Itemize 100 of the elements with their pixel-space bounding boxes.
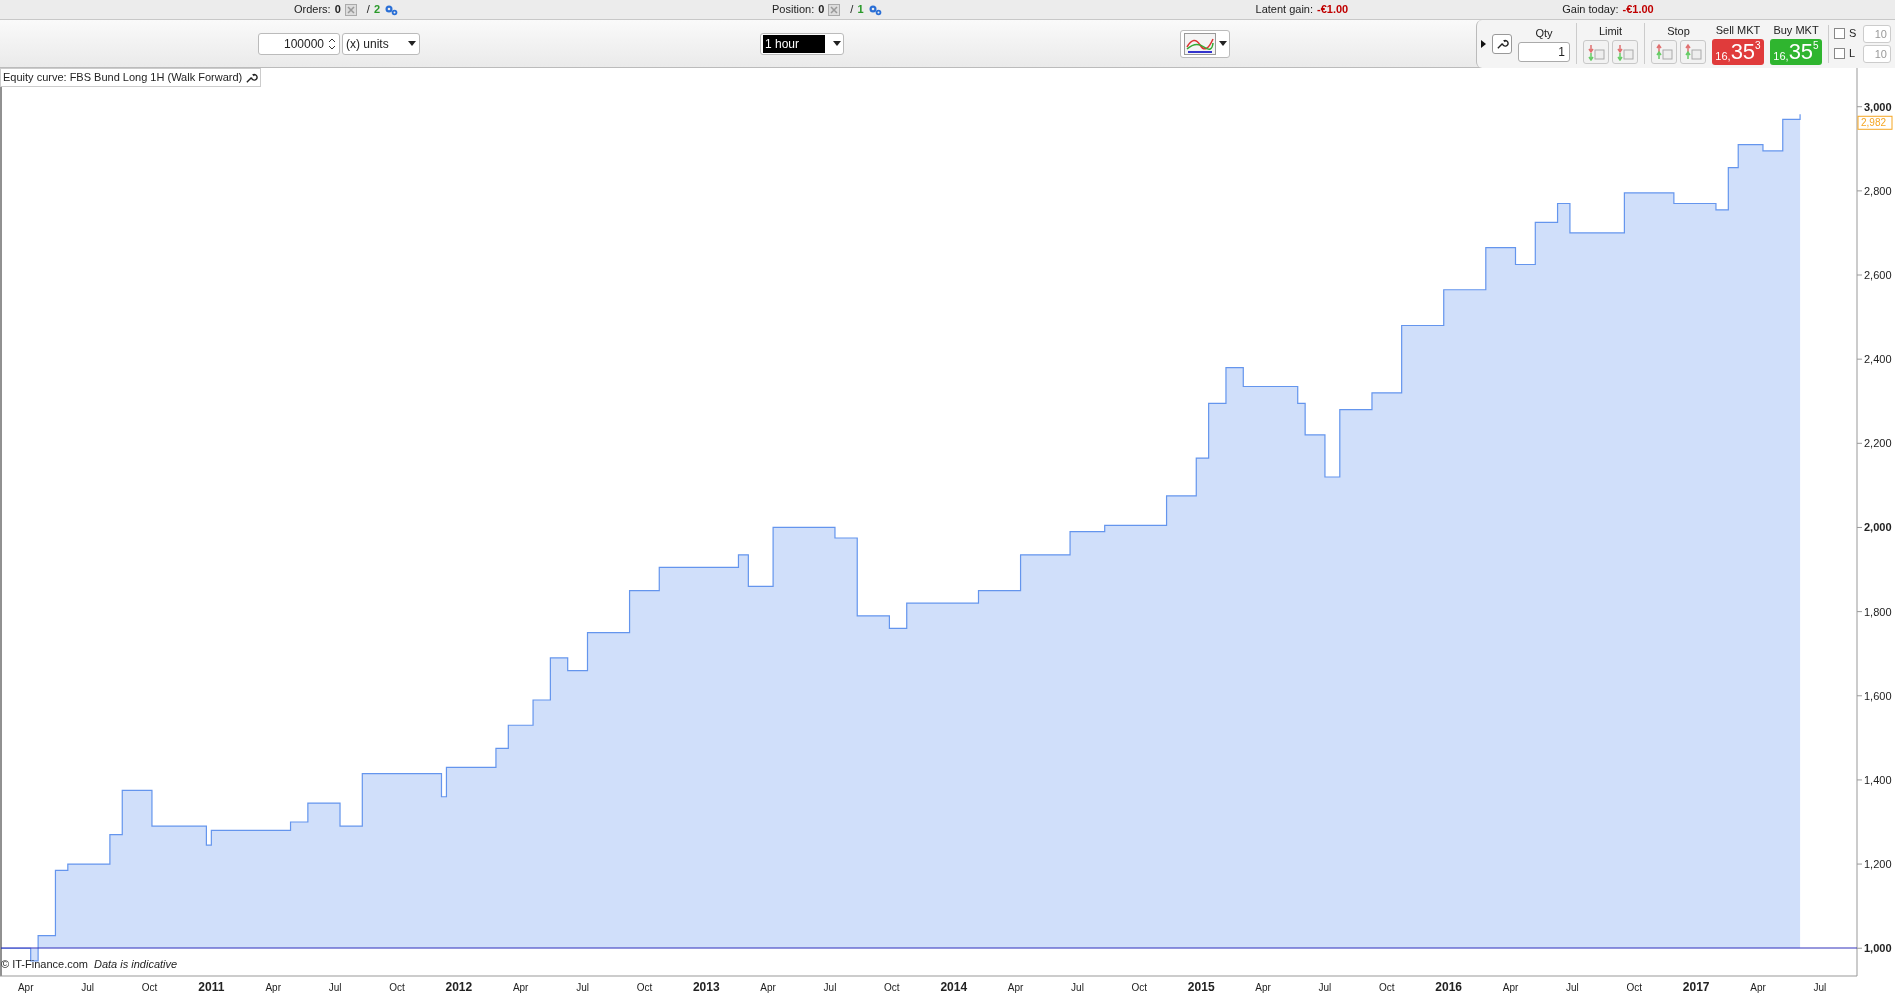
order-type-button[interactable] <box>1651 39 1677 64</box>
x-axis-label: 2015 <box>1187 980 1215 994</box>
x-axis-label: 2011 <box>198 980 225 994</box>
y-tick-label: 3,000 <box>1864 100 1892 113</box>
chart-title-text: Equity curve: FBS Bund Long 1H (Walk Forward) <box>3 70 243 85</box>
arrows-icon <box>1655 42 1673 61</box>
x-axis-label: Jul <box>1318 982 1332 993</box>
stop-distance-field[interactable]: 10 <box>1863 44 1891 63</box>
price-label: Sell MKT <box>1715 23 1761 39</box>
caret-icon <box>833 41 841 46</box>
y-tick-label: 1,400 <box>1864 773 1892 786</box>
y-axis-label: 1,600 <box>1856 689 1892 702</box>
settings-button[interactable] <box>1492 33 1512 54</box>
x-axis-label: Jul <box>576 982 589 993</box>
status-separator: / <box>850 2 854 18</box>
chart-type-button[interactable] <box>1180 29 1230 58</box>
status-value: 0 <box>334 2 341 18</box>
x-axis-label: Apr <box>265 982 281 993</box>
y-tick-label: 1,200 <box>1864 858 1892 871</box>
x-axis-label: Jul <box>1071 982 1084 993</box>
x-axis-label: Apr <box>1750 982 1766 993</box>
y-tick-label: 1,600 <box>1864 689 1892 702</box>
stop-distance-field[interactable]: 10 <box>1863 24 1891 43</box>
y-axis-label: 1,800 <box>1856 605 1892 618</box>
y-tick-label: 1,800 <box>1864 605 1892 618</box>
y-axis-label: 2,000 <box>1856 521 1892 534</box>
interval-select[interactable]: 1 hour <box>760 32 844 55</box>
x-axis-label: Oct <box>1131 982 1148 993</box>
status-value: -€1.00 <box>1622 2 1654 18</box>
copyright-text: © IT-Finance.com <box>1 957 88 972</box>
y-tick-label: 2,800 <box>1864 184 1892 197</box>
caret-icon <box>1218 41 1227 46</box>
status-label: Gain today: <box>1562 2 1619 18</box>
x-axis-label: Jul <box>823 982 837 993</box>
arrows-icon <box>1616 42 1634 61</box>
gears-icon[interactable] <box>867 3 882 16</box>
qty-field[interactable]: 1 <box>1518 41 1570 62</box>
status-count: 1 <box>857 2 864 18</box>
checkbox[interactable] <box>1834 48 1845 59</box>
x-axis-label: 2013 <box>692 980 720 994</box>
status-label: Orders: <box>294 2 331 18</box>
x-axis-label: Jul <box>1813 982 1827 993</box>
x-axis-label: Apr <box>1255 982 1271 993</box>
order-type-button[interactable] <box>1612 39 1638 64</box>
caret-icon <box>408 41 416 46</box>
x-axis-label: 2017 <box>1682 980 1710 994</box>
x-axis-label: Apr <box>17 982 34 993</box>
x-axis-label: Oct <box>636 982 653 993</box>
x-axis-label: 2014 <box>940 980 968 994</box>
stop-type-label: L <box>1849 46 1857 62</box>
checkbox[interactable] <box>1834 28 1845 39</box>
stop-label: Stop <box>1667 24 1690 40</box>
chart-type-icon <box>1183 32 1216 55</box>
unit-select[interactable]: (x) units <box>342 32 420 55</box>
y-axis-label: 1,400 <box>1856 773 1892 786</box>
y-axis-label: 1,000 <box>1856 942 1892 955</box>
x-axis-label: Oct <box>141 982 158 993</box>
y-tick-label: 2,000 <box>1864 521 1892 534</box>
expand-arrow-icon[interactable] <box>1481 39 1486 48</box>
status-label: Position: <box>772 2 815 18</box>
status-value: 0 <box>818 2 825 18</box>
y-axis-label: 1,200 <box>1856 858 1892 871</box>
y-tick-label: 2,200 <box>1864 437 1892 450</box>
cancel-icon[interactable] <box>828 3 841 16</box>
y-tick-label: 1,000 <box>1864 942 1892 955</box>
y-axis-label: 2,600 <box>1856 269 1892 281</box>
spinner-icon[interactable] <box>327 36 337 51</box>
x-axis-label: 2016 <box>1435 980 1463 994</box>
arrows-icon <box>1587 42 1605 61</box>
order-type-button[interactable] <box>1583 39 1609 64</box>
status-separator: / <box>366 2 370 18</box>
y-tick-label: 2,600 <box>1864 269 1892 282</box>
y-tick-label: 2,400 <box>1864 353 1892 366</box>
arrows-icon <box>1684 42 1702 61</box>
gears-icon[interactable] <box>384 3 398 16</box>
x-axis-label: Apr <box>760 982 776 993</box>
x-axis-label: Apr <box>1502 982 1519 993</box>
wrench-icon <box>1495 37 1509 50</box>
limit-label: Limit <box>1598 24 1623 40</box>
stop-type-label: S <box>1849 26 1858 42</box>
x-axis-label: Apr <box>512 982 529 993</box>
x-axis-label: Jul <box>328 982 342 993</box>
y-axis-label: 3,000 <box>1856 100 1892 113</box>
y-axis-label: 2,200 <box>1856 437 1892 450</box>
quantity-field[interactable]: 100000 <box>258 32 340 55</box>
last-value-tag: 2,982 <box>1857 115 1893 130</box>
price-label: Buy MKT <box>1773 23 1819 39</box>
y-axis-label: 2,400 <box>1856 353 1892 366</box>
qty-label: Qty <box>1535 26 1553 42</box>
x-axis-label: Apr <box>1007 982 1024 993</box>
x-axis-label: Oct <box>884 982 900 993</box>
cancel-icon[interactable] <box>344 3 357 16</box>
x-axis-label: Oct <box>1626 982 1643 993</box>
disclaimer-text: Data is indicative <box>93 957 178 972</box>
status-count: 2 <box>373 2 380 18</box>
x-axis-label: Oct <box>1379 982 1395 993</box>
x-axis-label: 2012 <box>445 980 473 994</box>
status-label: Latent gain: <box>1255 2 1313 18</box>
order-type-button[interactable] <box>1680 39 1706 64</box>
x-axis-label: Jul <box>1566 982 1579 993</box>
